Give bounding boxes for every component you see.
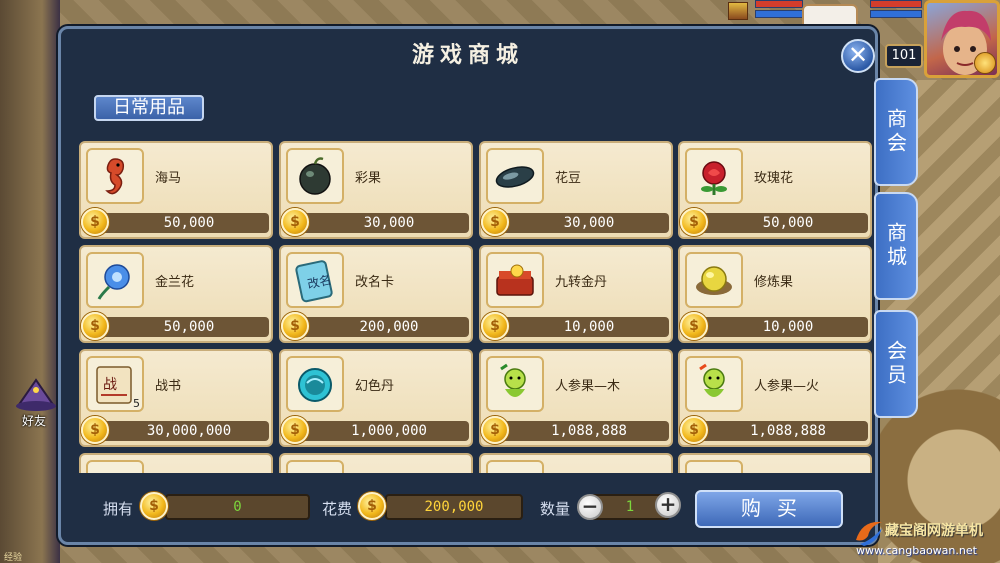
- friend-label[interactable]: 好友: [22, 412, 46, 429]
- item-card[interactable]: 海马 50,000: [79, 141, 273, 239]
- item-card[interactable]: 玫瑰花 50,000: [678, 141, 872, 239]
- shop-panel: 游戏商城 ✕ 日常用品 海马 50,000 彩果 30,000 花豆 30,000 玫瑰花 5…: [58, 26, 878, 545]
- cost-label: 花费: [322, 500, 353, 518]
- partial-item-icon: [685, 460, 743, 473]
- item-price: 1,000,000: [299, 421, 469, 441]
- quantity-label: 数量: [540, 500, 571, 518]
- item-name: 人参果—火: [754, 379, 820, 394]
- exp-label: 经验: [4, 553, 23, 563]
- item-card[interactable]: 人参果—木 1,088,888: [479, 349, 673, 447]
- gold-coin-icon: [680, 208, 708, 236]
- gold-coin-icon: [481, 416, 509, 444]
- shop-title: 游戏商城: [411, 43, 524, 68]
- partial-item-icon: [486, 460, 544, 473]
- ginseng-fruit-wood-icon: [486, 356, 544, 412]
- item-price: 200,000: [299, 317, 469, 337]
- quantity-minus-button[interactable]: −: [577, 494, 603, 520]
- item-name: 花豆: [555, 171, 582, 186]
- gold-coin-icon: [281, 312, 309, 340]
- watermark-name: 藏宝阁网游单机: [885, 523, 983, 539]
- item-price: 30,000,000: [99, 421, 269, 441]
- item-price: 30,000: [499, 213, 669, 233]
- gold-coin-icon: [281, 416, 309, 444]
- item-name: 幻色丹: [355, 379, 395, 394]
- war-letter-icon: 战5: [86, 356, 144, 412]
- item-card[interactable]: 金兰花 50,000: [79, 245, 273, 343]
- item-price: 50,000: [698, 213, 868, 233]
- gold-coin-icon: [680, 416, 708, 444]
- side-tab-guild-shop[interactable]: 商会: [874, 78, 918, 186]
- cost-value: 200,000: [385, 494, 523, 520]
- item-card[interactable]: 彩果 30,000: [279, 141, 473, 239]
- rename-card-icon: 改名: [286, 252, 344, 308]
- item-name: 九转金丹: [555, 275, 608, 290]
- player-status-bars: [870, 0, 922, 26]
- svg-text:战: 战: [103, 377, 117, 393]
- world-left-edge: [0, 0, 60, 563]
- watermark-url: www.cangbaowan.net: [856, 544, 977, 557]
- item-name: 彩果: [355, 171, 382, 186]
- item-card[interactable]: 战 5 战书 30,000,000: [79, 349, 273, 447]
- item-name: 玫瑰花: [754, 171, 794, 186]
- item-card[interactable]: 九转金丹 10,000: [479, 245, 673, 343]
- gold-coin-icon: [974, 52, 996, 74]
- cost-coin-icon: [358, 492, 386, 520]
- partial-item-icon: [286, 460, 344, 473]
- gold-coin-icon: [81, 416, 109, 444]
- owned-label: 拥有: [103, 500, 134, 518]
- close-button[interactable]: ✕: [841, 39, 875, 73]
- color-fruit-icon: [286, 148, 344, 204]
- gold-coin-icon: [481, 312, 509, 340]
- item-name: 修炼果: [754, 275, 794, 290]
- quantity-plus-button[interactable]: +: [655, 492, 681, 518]
- item-card[interactable]: 幻色丹 1,000,000: [279, 349, 473, 447]
- side-tab-vip[interactable]: 会员: [874, 310, 918, 418]
- item-card[interactable]: 修炼果 10,000: [678, 245, 872, 343]
- item-name: 金兰花: [155, 275, 195, 290]
- item-card[interactable]: 改名 改名卡 200,000: [279, 245, 473, 343]
- flower-bean-icon: [486, 148, 544, 204]
- ginseng-fruit-fire-icon: [685, 356, 743, 412]
- item-price: 10,000: [499, 317, 669, 337]
- pet-status-bars: [755, 0, 803, 26]
- golden-pill-box-icon: [486, 252, 544, 308]
- gold-coin-icon: [481, 208, 509, 236]
- item-card[interactable]: [79, 453, 273, 473]
- item-name: 海马: [155, 171, 182, 186]
- owned-coin-icon: [140, 492, 168, 520]
- orchid-icon: [86, 252, 144, 308]
- training-fruit-icon: [685, 252, 743, 308]
- gold-coin-icon: [81, 208, 109, 236]
- buy-button[interactable]: 购买: [695, 490, 843, 528]
- side-tab-mall[interactable]: 商城: [874, 192, 918, 300]
- category-tab-daily[interactable]: 日常用品: [94, 95, 204, 121]
- partial-item-icon: [86, 460, 144, 473]
- owned-value: 0: [165, 494, 310, 520]
- seahorse-icon: [86, 148, 144, 204]
- watermark-logo-icon: [856, 521, 882, 546]
- item-name: 人参果—木: [555, 379, 621, 394]
- item-card[interactable]: 花豆 30,000: [479, 141, 673, 239]
- player-level: 101: [885, 44, 923, 68]
- item-stack-count: 5: [133, 397, 140, 410]
- item-name: 战书: [155, 379, 182, 394]
- item-price: 50,000: [99, 213, 269, 233]
- item-price: 30,000: [299, 213, 469, 233]
- item-price: 50,000: [99, 317, 269, 337]
- item-card[interactable]: 人参果—火 1,088,888: [678, 349, 872, 447]
- rose-icon: [685, 148, 743, 204]
- item-price: 1,088,888: [499, 421, 669, 441]
- item-card[interactable]: [279, 453, 473, 473]
- item-price: 10,000: [698, 317, 868, 337]
- illusion-pill-icon: [286, 356, 344, 412]
- item-card[interactable]: [479, 453, 673, 473]
- item-price: 1,088,888: [698, 421, 868, 441]
- item-card[interactable]: [678, 453, 872, 473]
- item-grid: 海马 50,000 彩果 30,000 花豆 30,000 玫瑰花 50,000 金兰花 50,0…: [79, 141, 877, 473]
- item-name: 改名卡: [355, 275, 395, 290]
- gold-coin-icon: [680, 312, 708, 340]
- gold-coin-icon: [281, 208, 309, 236]
- gold-coin-icon: [81, 312, 109, 340]
- buff-icon[interactable]: [728, 2, 748, 20]
